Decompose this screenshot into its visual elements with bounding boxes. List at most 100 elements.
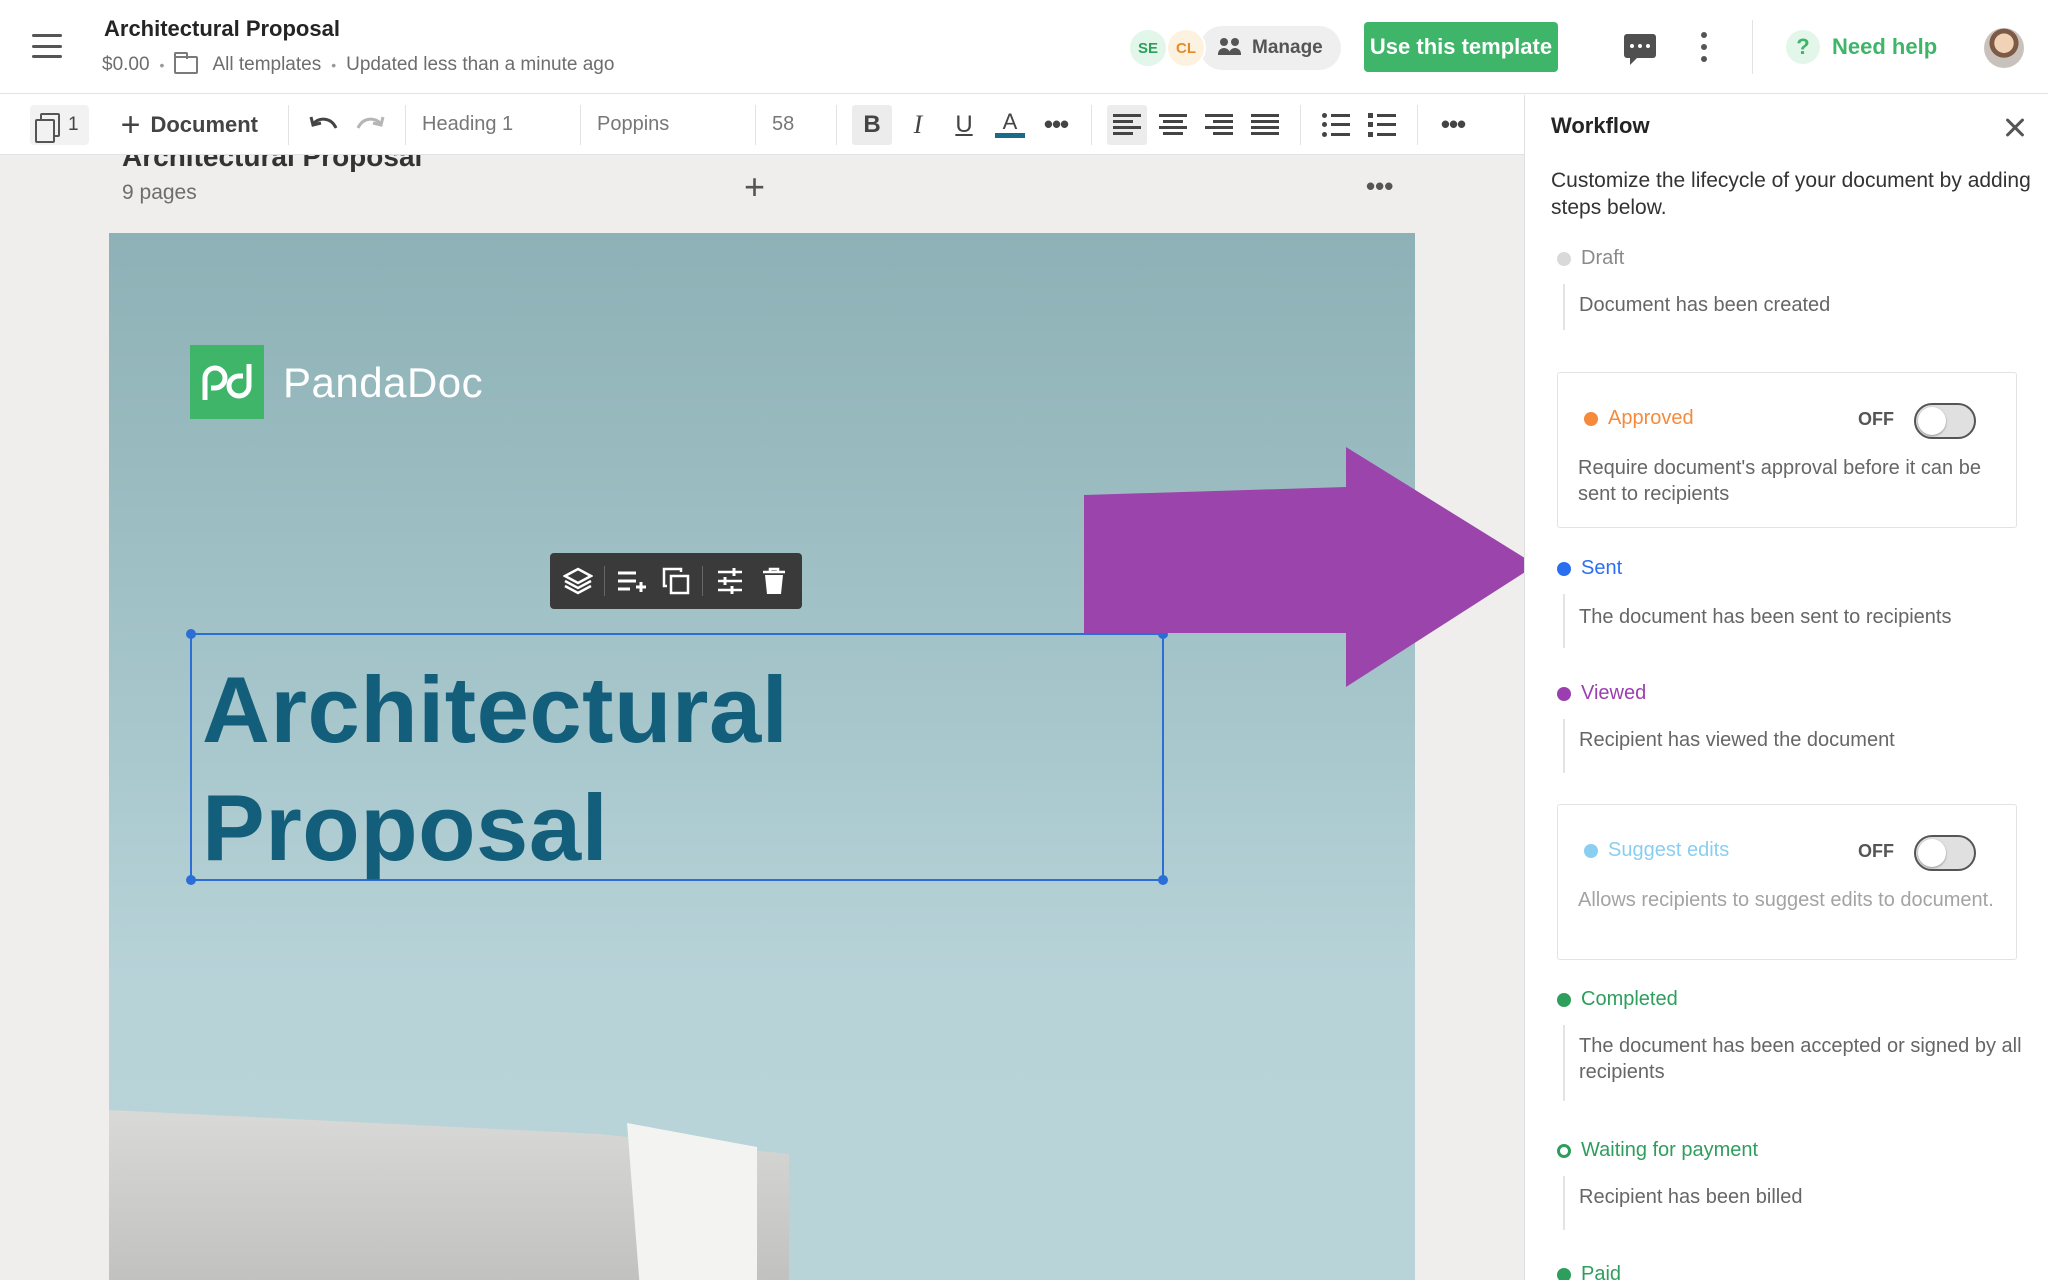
toggle-state-label: OFF	[1858, 409, 1894, 429]
align-center-icon[interactable]	[1153, 105, 1193, 145]
user-avatar[interactable]	[1984, 28, 2024, 68]
add-block-icon[interactable]	[614, 563, 650, 599]
status-dot	[1584, 843, 1598, 858]
workflow-panel: Workflow Customize the lifecycle of your…	[1524, 95, 2048, 1280]
resize-handle[interactable]	[186, 629, 196, 639]
step-description: Allows recipients to suggest edits to do…	[1578, 889, 1994, 911]
redo-icon[interactable]	[350, 105, 390, 145]
manage-label: Manage	[1252, 37, 1323, 58]
close-icon[interactable]	[1999, 111, 2031, 143]
step-label: Suggest edits	[1608, 839, 1730, 861]
workflow-description: Customize the lifecycle of your document…	[1551, 169, 2031, 219]
align-justify-icon[interactable]	[1245, 105, 1285, 145]
help-icon: ?	[1786, 30, 1820, 64]
status-dot	[1557, 1267, 1571, 1280]
resize-handle[interactable]	[1158, 875, 1168, 885]
pandadoc-logo-icon	[190, 345, 264, 419]
font-size-input[interactable]: 58	[768, 105, 824, 145]
status-dot	[1557, 561, 1571, 576]
more-formatting-icon[interactable]: •••	[1036, 105, 1076, 145]
page-options-icon[interactable]: •••	[1366, 171, 1393, 202]
italic-button[interactable]: I	[898, 105, 938, 145]
more-options-icon[interactable]	[1700, 32, 1708, 62]
workflow-step-waiting-for-payment: Waiting for payment Recipient has been b…	[1557, 1139, 2023, 1230]
folder-icon	[174, 52, 199, 74]
underline-button[interactable]: U	[944, 105, 984, 145]
heading-text-block[interactable]: Architectural Proposal	[186, 629, 1168, 885]
text-color-swatch	[995, 133, 1025, 138]
heading-line-1: Architectural	[202, 657, 789, 762]
duplicate-icon[interactable]	[658, 563, 694, 599]
need-help-label: Need help	[1832, 34, 1938, 59]
step-label: Viewed	[1581, 682, 1647, 704]
menu-icon[interactable]	[32, 34, 62, 58]
document-heading[interactable]: Architectural Proposal	[202, 651, 788, 887]
step-description: Document has been created	[1563, 284, 2023, 330]
layers-icon[interactable]	[560, 563, 596, 599]
annotation-arrow-icon	[1084, 447, 1524, 687]
step-description: Recipient has viewed the document	[1563, 719, 2023, 773]
text-color-button[interactable]: A	[990, 105, 1030, 145]
pages-count: 9 pages	[122, 181, 197, 204]
updated-status: Updated less than a minute ago	[346, 54, 615, 75]
more-toolbar-icon[interactable]: •••	[1433, 105, 1473, 145]
document-title[interactable]: Architectural Proposal	[104, 16, 340, 42]
document-page[interactable]: PandaDoc Architectural Proposal	[109, 233, 1415, 1280]
page-header-title: Architectural Proposal	[122, 155, 423, 172]
step-description: Require document's approval before it ca…	[1578, 457, 1981, 505]
align-left-icon[interactable]	[1107, 104, 1147, 145]
page-count: 1	[68, 113, 79, 135]
collaborator-avatar-cl[interactable]: CL	[1166, 28, 1206, 68]
building-photo-facade	[627, 1123, 757, 1280]
pandadoc-logo-text: PandaDoc	[283, 359, 484, 406]
add-document-label: Document	[150, 111, 258, 137]
workflow-step-completed: Completed The document has been accepted…	[1557, 988, 2023, 1101]
bullet-list-icon[interactable]	[1316, 105, 1356, 145]
workflow-step-sent: Sent The document has been sent to recip…	[1557, 557, 2023, 648]
bold-button[interactable]: B	[852, 104, 892, 145]
approved-toggle[interactable]	[1914, 403, 1976, 439]
font-family-select[interactable]: Poppins	[593, 105, 743, 145]
collaborator-avatar-se[interactable]: SE	[1128, 28, 1168, 68]
step-description: The document has been accepted or signed…	[1563, 1025, 2023, 1101]
status-dot	[1584, 411, 1598, 426]
chat-icon[interactable]	[1624, 34, 1656, 65]
workflow-step-suggest-edits: Suggest edits OFF Allows recipients to s…	[1557, 804, 2017, 960]
status-dot	[1557, 992, 1571, 1007]
block-toolbar	[550, 553, 802, 609]
add-document-button[interactable]: + Document	[121, 108, 258, 142]
step-label: Sent	[1581, 557, 1623, 579]
text-style-select[interactable]: Heading 1	[418, 105, 568, 145]
pages-button[interactable]: 1	[30, 104, 89, 145]
suggest-edits-toggle[interactable]	[1914, 835, 1976, 871]
status-ring	[1557, 1143, 1571, 1158]
toggle-state-label: OFF	[1858, 841, 1894, 861]
step-label: Completed	[1581, 988, 1678, 1010]
step-description: Recipient has been billed	[1563, 1176, 2023, 1230]
resize-handle[interactable]	[186, 875, 196, 885]
step-label: Waiting for payment	[1581, 1139, 1759, 1161]
numbered-list-icon[interactable]	[1362, 105, 1402, 145]
undo-icon[interactable]	[304, 105, 344, 145]
align-right-icon[interactable]	[1199, 105, 1239, 145]
manage-button[interactable]: Manage	[1200, 26, 1341, 70]
folder-link[interactable]: All templates	[212, 54, 321, 76]
use-template-button[interactable]: Use this template	[1364, 22, 1558, 72]
document-canvas[interactable]: Architectural Proposal 9 pages + ••• Pan…	[0, 155, 1524, 1280]
status-dot	[1557, 686, 1571, 701]
step-label: Approved	[1608, 407, 1694, 429]
workflow-title: Workflow	[1551, 113, 1650, 138]
add-page-icon[interactable]: +	[744, 169, 765, 205]
trash-icon[interactable]	[756, 563, 792, 599]
app-header: Architectural Proposal $0.00 • All templ…	[0, 0, 2048, 94]
workflow-step-paid: Paid	[1557, 1263, 1621, 1280]
settings-sliders-icon[interactable]	[712, 563, 748, 599]
need-help-link[interactable]: ? Need help	[1786, 30, 1937, 64]
workflow-step-draft: Draft Document has been created	[1557, 247, 2023, 330]
status-dot	[1557, 251, 1571, 266]
document-meta: $0.00 • All templates • Updated less tha…	[102, 52, 615, 76]
step-label: Paid	[1581, 1263, 1622, 1280]
pages-icon	[35, 112, 60, 143]
step-description: The document has been sent to recipients	[1563, 594, 2023, 648]
workflow-step-viewed: Viewed Recipient has viewed the document	[1557, 682, 2023, 773]
